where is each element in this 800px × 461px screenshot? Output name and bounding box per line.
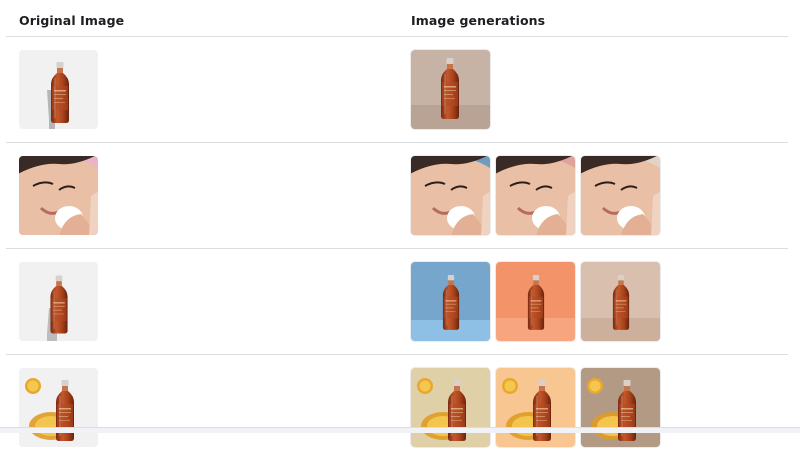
original-image-thumbnail[interactable] xyxy=(19,262,98,341)
generated-image-thumbnail[interactable] xyxy=(581,156,660,235)
original-image-thumbnail[interactable] xyxy=(19,368,98,447)
horizontal-scrollbar[interactable] xyxy=(0,427,800,433)
generated-image-thumbnail[interactable] xyxy=(496,156,575,235)
table-row xyxy=(0,355,800,461)
generated-image-thumbnail[interactable] xyxy=(496,368,575,447)
table-header: Original Image Image generations xyxy=(0,0,800,36)
generated-image-thumbnail[interactable] xyxy=(411,368,490,447)
generated-image-thumbnail[interactable] xyxy=(411,262,490,341)
generated-image-thumbnail[interactable] xyxy=(411,156,490,235)
table-row xyxy=(0,37,800,143)
original-image-thumbnail[interactable] xyxy=(19,50,98,129)
original-image-column-header: Original Image xyxy=(19,13,125,28)
original-image-thumbnail[interactable] xyxy=(19,156,98,235)
generated-image-thumbnail[interactable] xyxy=(581,262,660,341)
table-row xyxy=(0,143,800,249)
generated-image-thumbnail[interactable] xyxy=(496,262,575,341)
generated-image-thumbnail[interactable] xyxy=(581,368,660,447)
table-row xyxy=(0,249,800,355)
generated-image-thumbnail[interactable] xyxy=(411,50,490,129)
image-generations-column-header: Image generations xyxy=(411,13,546,28)
